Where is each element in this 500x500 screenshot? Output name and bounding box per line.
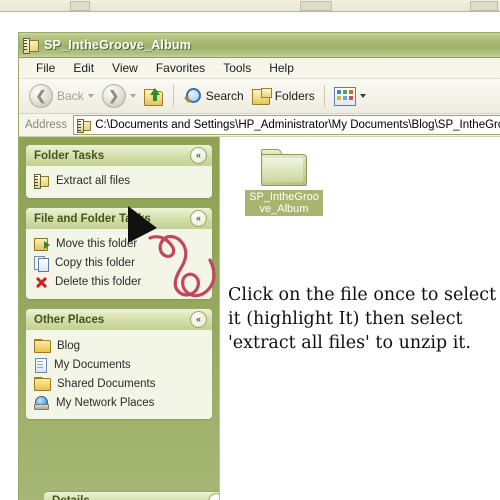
folders-icon: [251, 88, 272, 105]
up-button[interactable]: [140, 82, 168, 110]
views-icon: [333, 86, 356, 106]
panel-other-places: Other Places « Blog My Documents Shared …: [26, 309, 212, 419]
place-label: Shared Documents: [57, 377, 156, 390]
panel-file-and-folder-tasks: File and Folder Tasks « Move this folder…: [26, 208, 212, 299]
toolbar: ❮ Back ❯ Search Folders: [19, 79, 500, 114]
panel-title: Details: [52, 495, 90, 500]
forward-dropdown-caret[interactable]: [129, 94, 136, 98]
task-label: Move this folder: [56, 237, 138, 250]
task-label: Delete this folder: [55, 275, 142, 288]
back-label: Back: [57, 89, 84, 103]
delete-x-icon: [34, 275, 48, 289]
window-title: SP_IntheGroove_Album: [44, 38, 192, 52]
address-zipped-folder-icon: [77, 119, 92, 133]
toolbar-separator: [323, 85, 325, 107]
forward-button[interactable]: ❯: [98, 82, 140, 110]
menu-item-edit[interactable]: Edit: [64, 60, 103, 76]
up-folder-icon: [143, 87, 164, 106]
strip-mark: [70, 1, 90, 11]
network-icon: [34, 395, 49, 410]
folders-button[interactable]: Folders: [248, 82, 319, 110]
folder-icon: [34, 377, 51, 391]
address-value: C:\Documents and Settings\HP_Administrat…: [95, 119, 500, 131]
panel-body-folder-tasks: Extract all files: [26, 166, 212, 198]
task-move-this-folder[interactable]: Move this folder: [34, 235, 206, 252]
views-dropdown-caret[interactable]: [359, 94, 366, 98]
menu-item-file[interactable]: File: [27, 60, 64, 76]
panel-folder-tasks: Folder Tasks « Extract all files: [26, 145, 212, 198]
collapse-chevron-icon[interactable]: «: [190, 147, 207, 164]
back-button[interactable]: ❮ Back: [25, 82, 98, 110]
views-button[interactable]: [330, 82, 370, 110]
menu-bar: File Edit View Favorites Tools Help: [19, 58, 500, 79]
instruction-annotation: Click on the file once to select it (hig…: [228, 285, 497, 353]
panel-header-file-and-folder-tasks[interactable]: File and Folder Tasks «: [26, 208, 212, 229]
collapse-chevron-icon[interactable]: «: [190, 311, 207, 328]
strip-mark: [300, 1, 332, 11]
partial-toolbar-strip: [0, 0, 500, 12]
back-arrow-icon: ❮: [29, 84, 53, 108]
address-input[interactable]: C:\Documents and Settings\HP_Administrat…: [73, 115, 500, 135]
zipped-folder-icon: [34, 174, 49, 189]
collapse-chevron-icon[interactable]: «: [190, 210, 207, 227]
place-blog[interactable]: Blog: [34, 336, 206, 355]
place-my-documents[interactable]: My Documents: [34, 355, 206, 374]
my-documents-icon: [34, 357, 47, 373]
screenshot-root: SP_IntheGroove_Album File Edit View Favo…: [0, 0, 500, 500]
task-copy-this-folder[interactable]: Copy this folder: [34, 254, 206, 272]
search-button[interactable]: Search: [179, 82, 248, 110]
search-label: Search: [205, 89, 244, 103]
menu-item-help[interactable]: Help: [260, 60, 303, 76]
strip-mark: [470, 1, 498, 11]
folders-label: Folders: [274, 89, 315, 103]
panel-header-other-places[interactable]: Other Places «: [26, 309, 212, 330]
task-label: Extract all files: [56, 174, 131, 187]
task-extract-all-files[interactable]: Extract all files: [34, 172, 206, 189]
panel-header-details[interactable]: Details »: [44, 492, 230, 500]
compressed-folder-icon: [261, 149, 307, 187]
panel-title: Folder Tasks: [34, 149, 105, 162]
search-icon: [183, 87, 202, 105]
zipped-folder-icon: [23, 38, 39, 54]
place-shared-documents[interactable]: Shared Documents: [34, 374, 206, 393]
panel-header-folder-tasks[interactable]: Folder Tasks «: [26, 145, 212, 166]
address-bar: Address C:\Documents and Settings\HP_Adm…: [19, 114, 500, 137]
forward-arrow-icon: ❯: [101, 84, 126, 108]
panel-details: Details »: [44, 492, 230, 500]
back-dropdown-caret[interactable]: [87, 94, 94, 98]
panel-title: File and Folder Tasks: [34, 212, 151, 225]
list-item[interactable]: SP_IntheGroove_Album: [244, 149, 324, 217]
list-item-label: SP_IntheGroove_Album: [245, 190, 323, 216]
task-label: Copy this folder: [55, 256, 135, 269]
panel-body-file-and-folder-tasks: Move this folder Copy this folder Delete…: [26, 229, 212, 299]
place-my-network-places[interactable]: My Network Places: [34, 393, 206, 412]
task-sidebar: Folder Tasks « Extract all files File an…: [19, 137, 230, 500]
toolbar-separator: [172, 85, 174, 107]
file-list-pane[interactable]: SP_IntheGroove_Album Click on the file o…: [219, 137, 500, 500]
menu-item-view[interactable]: View: [103, 60, 147, 76]
explorer-window: SP_IntheGroove_Album File Edit View Favo…: [18, 32, 500, 500]
address-label: Address: [25, 119, 68, 131]
panel-title: Other Places: [34, 313, 105, 326]
menu-item-tools[interactable]: Tools: [214, 60, 260, 76]
window-titlebar[interactable]: SP_IntheGroove_Album: [19, 33, 500, 58]
folder-icon: [34, 339, 51, 353]
move-folder-icon: [34, 237, 50, 251]
place-label: My Documents: [54, 358, 131, 371]
place-label: My Network Places: [56, 396, 155, 409]
window-body: Folder Tasks « Extract all files File an…: [19, 137, 500, 500]
copy-folder-icon: [34, 255, 49, 272]
panel-body-other-places: Blog My Documents Shared Documents My Ne…: [26, 330, 212, 419]
task-delete-this-folder[interactable]: Delete this folder: [34, 273, 206, 290]
menu-item-favorites[interactable]: Favorites: [147, 60, 214, 76]
place-label: Blog: [57, 339, 81, 352]
